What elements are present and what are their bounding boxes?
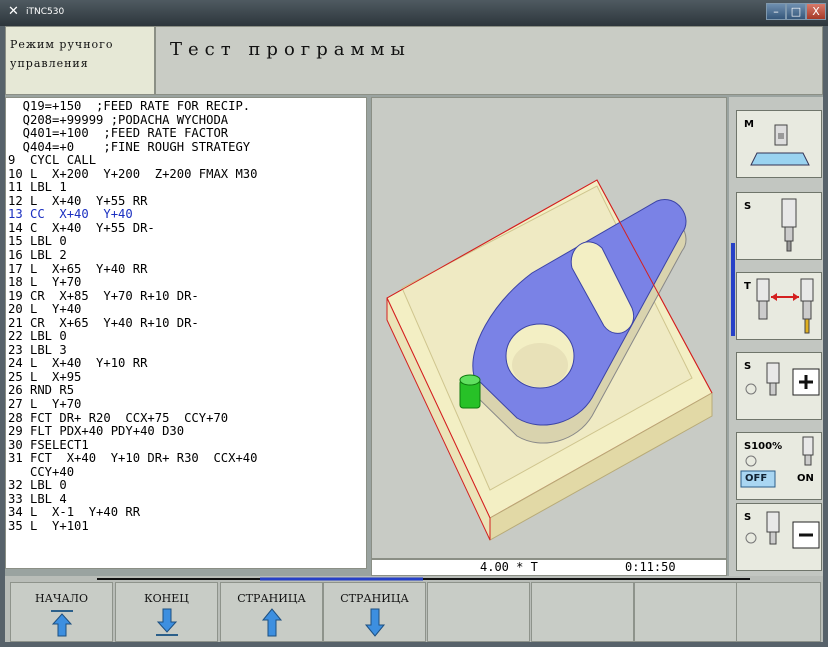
window-frame-right (823, 26, 828, 647)
program-line[interactable]: 34 L X-1 Y+40 RR (8, 506, 366, 520)
softkey-scroll-indicator (731, 243, 735, 336)
softkey-m-functions[interactable]: M (736, 110, 822, 178)
program-line[interactable]: 15 LBL 0 (8, 235, 366, 249)
override-off-label: OFF (745, 473, 768, 484)
function-key-4[interactable]: СТРАНИЦА (323, 582, 426, 642)
arrow-up-bar-icon (11, 607, 112, 637)
maximize-button[interactable]: □ (786, 3, 806, 20)
program-mode-title: Тест программы (155, 26, 823, 95)
function-key-3[interactable]: СТРАНИЦА (220, 582, 323, 642)
program-line[interactable]: 13 CC X+40 Y+40 (8, 208, 366, 222)
function-key-label: СТРАНИЦА (340, 592, 409, 605)
tool-change-icon (756, 278, 814, 334)
program-line[interactable]: Q401=+100 ;FEED RATE FACTOR (8, 127, 366, 141)
app-logo-icon: ✕ (8, 4, 19, 19)
spindle-override-plus-icon (745, 362, 820, 396)
machine-mode-line1: Режим ручного (10, 38, 114, 51)
function-key-1[interactable]: НАЧАЛО (10, 582, 113, 642)
softkey-spindle-plus[interactable]: S (736, 352, 822, 420)
program-line[interactable]: 10 L X+200 Y+200 Z+200 FMAX M30 (8, 167, 366, 182)
simulation-graphics (371, 97, 727, 559)
machine-mode-line2: управления (10, 57, 89, 70)
round-pocket-floor (512, 343, 568, 387)
program-line[interactable]: Q19=+150 ;FEED RATE FOR RECIP. (8, 99, 366, 114)
program-line[interactable]: 19 CR X+85 Y+70 R+10 DR- (8, 289, 366, 304)
program-line[interactable]: 21 CR X+65 Y+40 R+10 DR- (8, 316, 366, 331)
close-button[interactable]: X (806, 3, 826, 20)
spindle-icon (781, 198, 797, 252)
program-line[interactable]: 14 C X+40 Y+55 DR- (8, 221, 366, 236)
softkey-spindle-minus[interactable]: S (736, 503, 822, 571)
function-key-label: СТРАНИЦА (237, 592, 306, 605)
function-key-label: КОНЕЦ (144, 592, 189, 605)
spindle-100-icon (740, 436, 814, 488)
spindle-override-minus-icon (745, 511, 820, 549)
program-line[interactable]: 29 FLT PDX+40 PDY+40 D30 (8, 425, 366, 439)
program-line[interactable]: 26 RND R5 (8, 384, 366, 398)
machine-table-icon (750, 124, 810, 166)
program-line[interactable]: Q208=+99999 ;PODACHA WYCHODA (8, 113, 366, 128)
program-line[interactable]: 18 L Y+70 (8, 276, 366, 290)
arrow-up-icon (221, 607, 322, 637)
arrow-down-icon (324, 607, 425, 637)
program-line[interactable]: 31 FCT X+40 Y+10 DR+ R30 CCX+40 (8, 452, 366, 466)
program-line[interactable]: CCY+40 (8, 465, 366, 480)
program-line[interactable]: 12 L X+40 Y+55 RR (8, 194, 366, 209)
function-key-6[interactable] (531, 582, 634, 642)
program-line[interactable]: 33 LBL 4 (8, 492, 366, 507)
function-key-7[interactable] (634, 582, 737, 642)
simulation-time: 0:11:50 (625, 560, 676, 574)
function-key-2[interactable]: КОНЕЦ (115, 582, 218, 642)
program-line[interactable]: 27 L Y+70 (8, 397, 366, 412)
function-key-5[interactable] (427, 582, 530, 642)
window-titlebar: ✕ iTNC530 – □ X (0, 0, 828, 26)
status-bar: 4.00 * T 0:11:50 (371, 559, 727, 576)
program-line[interactable]: 24 L X+40 Y+10 RR (8, 357, 366, 371)
program-line[interactable]: 17 L X+65 Y+40 RR (8, 262, 366, 277)
function-key-label: НАЧАЛО (35, 592, 88, 605)
program-line[interactable]: 25 L X+95 (8, 370, 366, 385)
machine-mode-panel: Режим ручного управления (5, 26, 155, 95)
program-line[interactable]: Q404=+0 ;FINE ROUGH STRATEGY (8, 140, 366, 155)
program-line[interactable]: 11 LBL 1 (8, 181, 366, 195)
function-key-8[interactable] (736, 582, 821, 642)
arrow-down-bar-icon (116, 607, 217, 637)
program-line[interactable]: 28 FCT DR+ R20 CCX+75 CCY+70 (8, 411, 366, 426)
softkey-tool-change[interactable]: T (736, 272, 822, 340)
program-line[interactable]: 30 FSELECT1 (8, 438, 366, 453)
program-line[interactable]: 20 L Y+40 (8, 303, 366, 317)
workpiece-3d-view (386, 179, 713, 541)
program-line[interactable]: 35 L Y+101 (8, 519, 366, 534)
window-frame-bottom (0, 642, 828, 647)
override-on-label: ON (797, 473, 814, 484)
program-line[interactable]: 9 CYCL CALL (8, 154, 366, 168)
program-listing[interactable]: Q19=+150 ;FEED RATE FOR RECIP. Q208=+999… (5, 97, 367, 569)
program-line[interactable]: 16 LBL 2 (8, 248, 366, 263)
softkey-spindle[interactable]: S (736, 192, 822, 260)
window-title: iTNC530 (26, 7, 65, 17)
program-line[interactable]: 22 LBL 0 (8, 330, 366, 344)
softkey-spindle-100[interactable]: S100% OFF ON (736, 432, 822, 500)
minimize-button[interactable]: – (766, 3, 786, 20)
program-line[interactable]: 32 LBL 0 (8, 479, 366, 493)
simulation-speed-factor: 4.00 * T (480, 560, 538, 574)
program-line[interactable]: 23 LBL 3 (8, 343, 366, 358)
